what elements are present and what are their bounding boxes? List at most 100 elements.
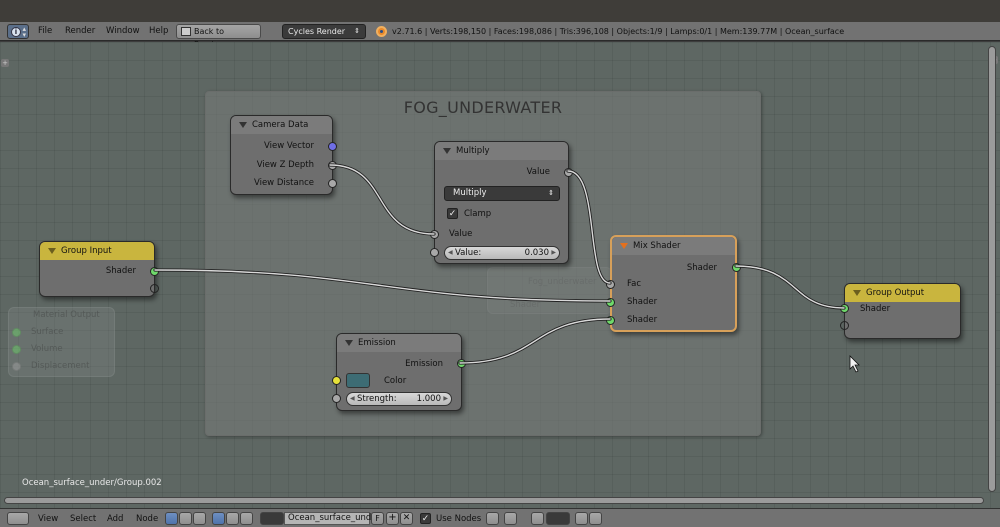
texture-nodes-icon[interactable] (193, 512, 206, 525)
clamp-checkbox[interactable]: ✓ (447, 208, 458, 219)
socket-label-emission: Emission (405, 359, 443, 369)
render-engine-select[interactable]: Cycles Render ⇕ (282, 24, 366, 39)
value-field[interactable]: ◀ Value: 0.030 ▶ (444, 246, 560, 260)
node-multiply[interactable]: Multiply Value Multiply ⇕ ✓ Clamp Value … (430, 141, 573, 264)
decrement-arrow-icon[interactable]: ◀ (448, 247, 453, 259)
node-group-input[interactable]: Group Input Shader (39, 241, 159, 297)
value-field-label: Value: (455, 248, 482, 258)
value-field-value: 0.030 (524, 248, 549, 258)
menu-view[interactable]: View (38, 513, 58, 525)
increment-arrow-icon[interactable]: ▶ (443, 393, 448, 405)
input-socket-color[interactable] (332, 376, 341, 385)
decrement-arrow-icon[interactable]: ◀ (350, 393, 355, 405)
node-title: Multiply (456, 146, 490, 156)
output-socket-shader[interactable] (150, 267, 159, 276)
node-header[interactable]: Camera Data (231, 116, 332, 134)
editor-type-selector[interactable] (7, 512, 29, 525)
socket-label-shader: Shader (860, 304, 891, 314)
output-socket-value[interactable] (564, 168, 573, 177)
unlink-material-icon[interactable]: ✕ (400, 512, 413, 525)
editor-type-selector[interactable]: i ▴ ▾ (7, 24, 29, 39)
input-socket-shader-2[interactable] (606, 316, 615, 325)
paste-nodes-icon[interactable] (589, 512, 602, 525)
parent-node-tree-icon[interactable] (504, 512, 517, 525)
input-socket-empty[interactable] (840, 321, 849, 330)
socket-label-view-z-depth: View Z Depth (256, 160, 314, 170)
render-engine-value: Cycles Render (288, 27, 346, 36)
node-header[interactable]: Emission (337, 334, 461, 352)
copy-nodes-icon[interactable] (575, 512, 588, 525)
node-camera-data[interactable]: Camera Data View Vector View Z Depth Vie… (230, 115, 337, 195)
ghost-socket-label: Surface (31, 327, 64, 337)
node-group-output[interactable]: Group Output Shader (840, 283, 961, 339)
increment-arrow-icon[interactable]: ▶ (551, 247, 556, 259)
strength-field[interactable]: ◀ Strength: 1.000 ▶ (346, 392, 452, 406)
socket-label-view-vector: View Vector (264, 141, 314, 151)
horizontal-scrollbar[interactable] (4, 497, 984, 504)
shader-nodes-icon[interactable] (165, 512, 178, 525)
node-title: Group Input (61, 246, 112, 256)
output-socket-emission[interactable] (457, 359, 466, 368)
socket-label-shader-2: Shader (627, 315, 658, 325)
collapse-triangle-icon[interactable] (48, 248, 56, 254)
node-title: Group Output (866, 288, 925, 298)
node-mix-shader[interactable]: Mix Shader Shader Fac Shader Shader (606, 235, 741, 332)
node-header[interactable]: Mix Shader (612, 237, 735, 255)
collapse-triangle-icon[interactable] (345, 340, 353, 346)
menu-select[interactable]: Select (70, 513, 96, 525)
window-top-bar (0, 0, 1000, 22)
line-style-icon[interactable] (240, 512, 253, 525)
compositing-nodes-icon[interactable] (179, 512, 192, 525)
node-emission[interactable]: Emission Emission Color ◀ Strength: 1.00… (332, 333, 466, 411)
math-operation-select[interactable]: Multiply ⇕ (444, 186, 560, 201)
menu-add[interactable]: Add (107, 513, 123, 525)
expand-toolshelf-icon[interactable]: + (1, 59, 9, 67)
output-socket-view-vector[interactable] (328, 142, 337, 151)
input-socket-strength[interactable] (332, 394, 341, 403)
strength-field-value: 1.000 (416, 394, 441, 404)
input-socket-value-1[interactable] (430, 230, 439, 239)
input-socket-shader-1[interactable] (606, 298, 615, 307)
clamp-label: Clamp (464, 209, 492, 219)
input-socket-fac[interactable] (606, 280, 615, 289)
output-socket-shader[interactable] (732, 263, 741, 272)
scene-stats: v2.71.6 | Verts:198,150 | Faces:198,086 … (392, 27, 845, 36)
node-header[interactable]: Multiply (435, 142, 568, 160)
use-nodes-checkbox[interactable]: ✓ (420, 513, 431, 524)
node-header[interactable]: Group Output (845, 284, 960, 302)
node-header[interactable]: Group Input (40, 242, 154, 260)
menu-file[interactable]: File (38, 25, 52, 38)
info-header: i ▴▾ File Render Window Help Back to Pre… (0, 22, 1000, 49)
object-shader-icon[interactable] (212, 512, 225, 525)
input-socket-shader[interactable] (840, 304, 849, 313)
menu-render[interactable]: Render (65, 25, 95, 38)
color-swatch[interactable] (346, 373, 370, 388)
ghost-socket (12, 328, 21, 337)
material-browse-icon[interactable] (260, 512, 284, 525)
snap-toggle-icon[interactable] (531, 512, 544, 525)
menu-node[interactable]: Node (136, 513, 158, 525)
output-socket-view-distance[interactable] (328, 179, 337, 188)
node-title: Mix Shader (633, 241, 681, 251)
vertical-scrollbar[interactable] (988, 46, 996, 492)
material-name-field[interactable]: Ocean_surface_under (284, 512, 380, 525)
output-socket-empty[interactable] (150, 284, 159, 293)
collapse-triangle-icon[interactable] (239, 122, 247, 128)
output-socket-view-z-depth[interactable] (328, 161, 337, 170)
snap-element-select[interactable] (546, 512, 570, 525)
new-material-icon[interactable]: + (386, 512, 399, 525)
ghost-socket-label: Volume (31, 344, 63, 354)
collapse-triangle-icon[interactable] (443, 148, 451, 154)
pin-icon[interactable] (486, 512, 499, 525)
menu-help[interactable]: Help (149, 25, 168, 38)
collapse-triangle-icon[interactable] (853, 290, 861, 296)
socket-label-color: Color (384, 376, 407, 386)
socket-label-shader-1: Shader (627, 297, 658, 307)
fake-user-button[interactable]: F (371, 512, 384, 525)
menu-window[interactable]: Window (106, 25, 140, 38)
world-shader-icon[interactable] (226, 512, 239, 525)
collapse-triangle-icon[interactable] (620, 243, 628, 249)
back-to-previous-button[interactable]: Back to Previous (176, 24, 261, 49)
ghost-socket-label: Displacement (31, 361, 90, 371)
input-socket-value-2[interactable] (430, 248, 439, 257)
